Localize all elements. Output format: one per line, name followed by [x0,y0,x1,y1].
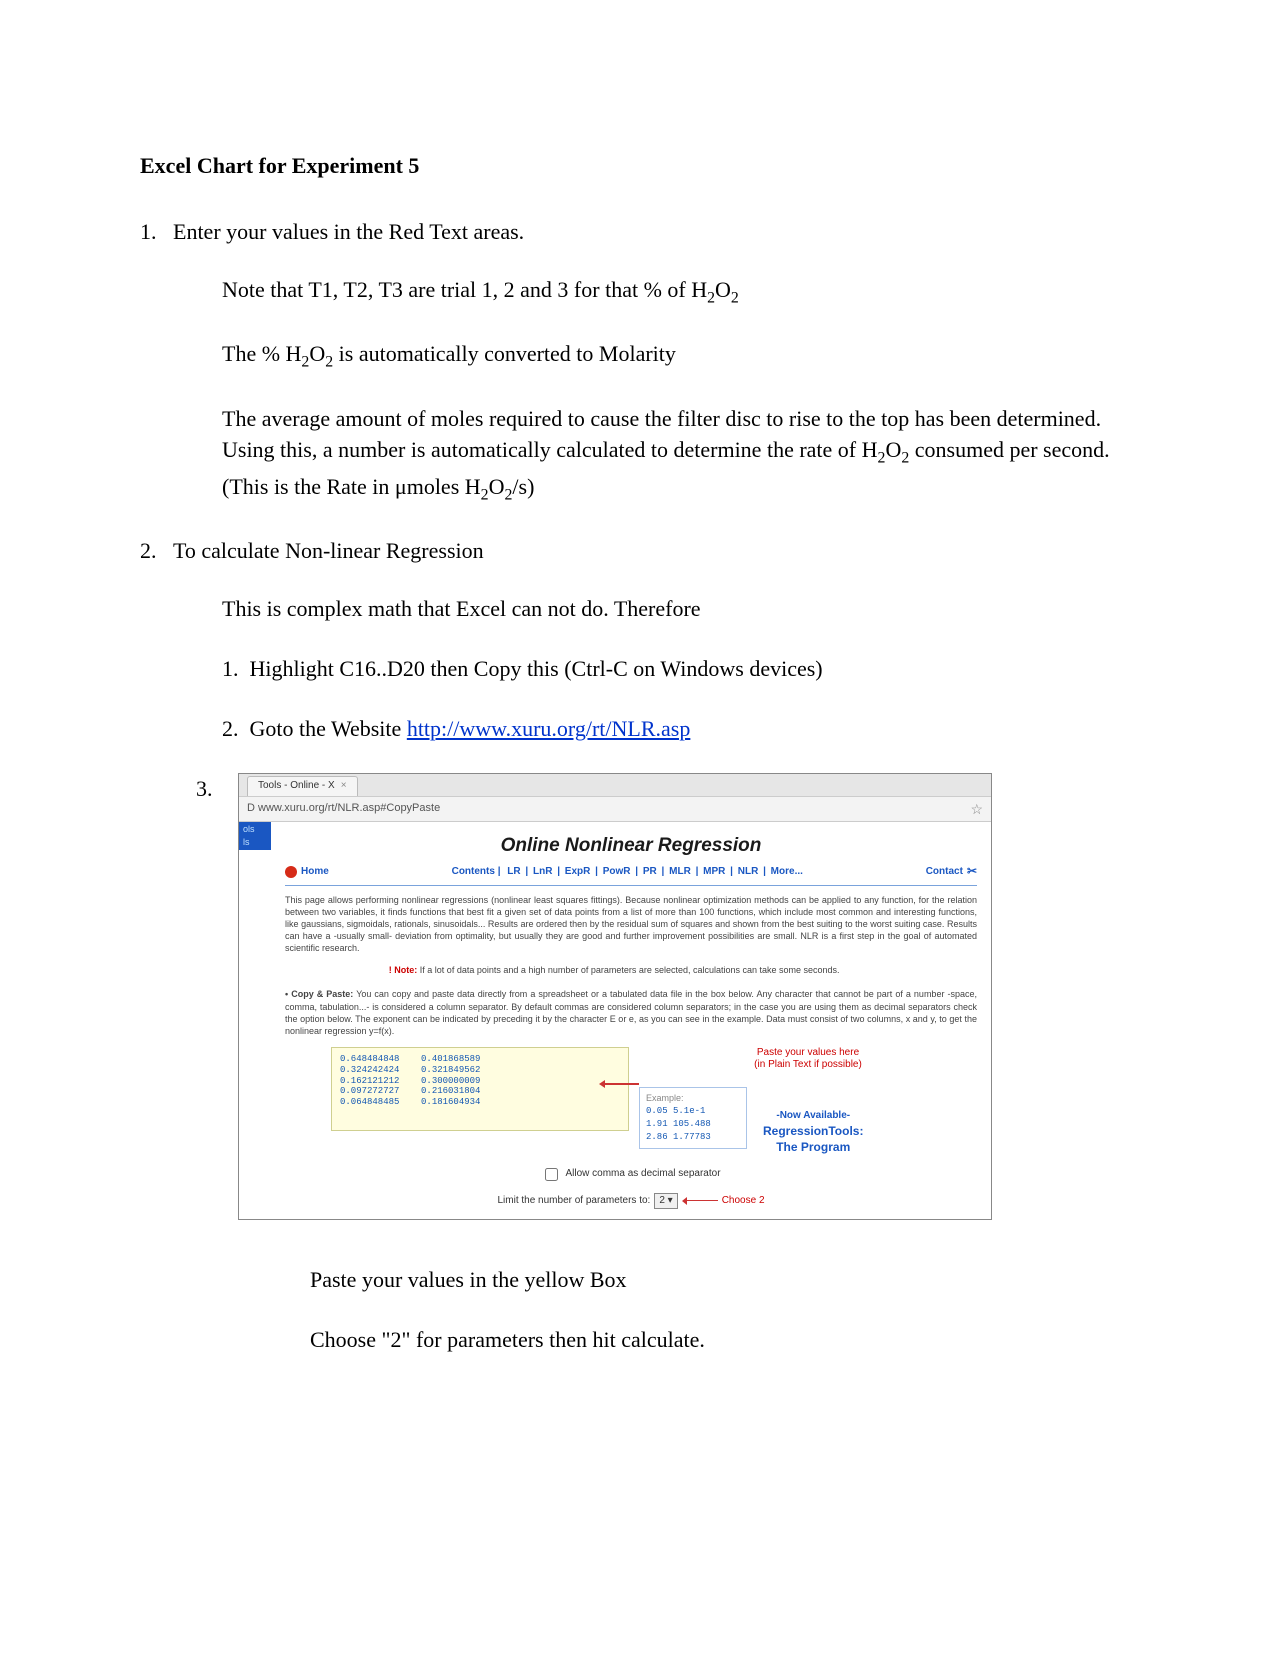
description-para: This page allows performing nonlinear re… [285,894,977,955]
example-block: Example: 0.05 5.1e-1 1.91 105.488 2.86 1… [639,1087,747,1149]
choose-2-annotation: Choose 2 [722,1194,765,1209]
step-1-avg: The average amount of moles required to … [222,403,1140,508]
nav-mlr[interactable]: MLR [669,866,691,877]
home-icon [285,866,297,878]
note-text: Note that T1, T2, T3 are trial 1, 2 and … [222,277,707,302]
paste-textarea[interactable]: 0.648484848 0.401868589 0.324242424 0.32… [331,1047,629,1131]
paste-hint-2: (in Plain Text if possible) [639,1059,977,1071]
data-area: 0.648484848 0.401868589 0.324242424 0.32… [285,1047,977,1149]
step-1-note: Note that T1, T2, T3 are trial 1, 2 and … [222,274,1140,310]
nav-more[interactable]: More... [771,866,803,877]
page-title: Excel Chart for Experiment 5 [140,150,1140,182]
close-icon[interactable]: × [341,779,347,794]
nav-nlr[interactable]: NLR [738,866,759,877]
avg-part3: /s) [512,474,534,499]
sub1-text: Highlight C16..D20 then Copy this (Ctrl-… [250,656,823,681]
limit-select[interactable]: 2 ▾ [654,1193,677,1210]
now-available: -Now Available- [763,1109,863,1123]
page-body: ols ls Online Nonlinear Regression Home … [239,822,991,1220]
regtools-2[interactable]: The Program [763,1139,863,1155]
allow-comma-input[interactable] [545,1168,558,1181]
sub2-prefix: Goto the Website [250,716,407,741]
nav-lnr[interactable]: LnR [533,866,552,877]
right-side-promo: -Now Available- RegressionTools: The Pro… [763,1109,863,1155]
allow-comma-label: Allow comma as decimal separator [565,1167,720,1182]
step-1-pct: The % H2O2 is automatically converted to… [222,338,1140,374]
example-vals: 0.05 5.1e-1 1.91 105.488 2.86 1.77783 [646,1105,740,1144]
allow-comma-checkbox[interactable]: Allow comma as decimal separator [541,1165,720,1184]
side-tab-2: ls [243,836,267,849]
data-row-4: 0.064848485 0.181604934 [340,1097,480,1107]
regtools-1[interactable]: RegressionTools: [763,1123,863,1139]
step-2-text: To calculate Non-linear Regression [173,538,484,563]
step-1-number: 1. [140,219,157,244]
contents-nav: Contents | LR | LnR | ExpR | PowR | PR |… [450,865,805,880]
nav-mpr[interactable]: MPR [703,866,725,877]
nav-pr[interactable]: PR [643,866,657,877]
home-link[interactable]: Home [285,865,329,880]
note-lead: ! Note: [389,965,418,975]
paste-hint-1: Paste your values here [639,1047,977,1059]
note-box: ! Note: If a lot of data points and a hi… [389,964,873,976]
step-2-sub2: 2. Goto the Website http://www.xuru.org/… [222,713,1140,745]
limit-label: Limit the number of parameters to: [497,1194,650,1209]
controls: Allow comma as decimal separator Limit t… [285,1165,977,1209]
contact-label: Contact [926,865,963,880]
browser-tab[interactable]: Tools - Online - X × [247,776,358,796]
pct-prefix: The % H [222,341,301,366]
data-row-3: 0.097272727 0.216031804 [340,1086,480,1096]
limit-value: 2 ▾ [659,1194,672,1209]
contents-label: Contents | [452,866,501,877]
nav-powr[interactable]: PowR [603,866,631,877]
address-text: D www.xuru.org/rt/NLR.asp#CopyPaste [247,801,440,817]
step-2-sub3-row: 3. Tools - Online - X × D www.xuru.org/r… [196,773,1140,1221]
address-bar[interactable]: D www.xuru.org/rt/NLR.asp#CopyPaste ☆ [239,796,991,822]
step-2-number: 2. [140,538,157,563]
right-column: Paste your values here (in Plain Text if… [639,1047,977,1149]
contact-link[interactable]: Contact ✂ [926,863,977,880]
embedded-browser-screenshot: Tools - Online - X × D www.xuru.org/rt/N… [238,773,992,1221]
step-2-intro: This is complex math that Excel can not … [222,593,1140,625]
after-line-2: Choose "2" for parameters then hit calcu… [310,1324,1140,1356]
sub3-num: 3. [196,773,214,805]
step-2-sub1: 1. Highlight C16..D20 then Copy this (Ct… [222,653,1140,685]
data-row-2: 0.162121212 0.300000009 [340,1076,480,1086]
after-line-1: Paste your values in the yellow Box [310,1264,1140,1296]
nav-row: Home Contents | LR | LnR | ExpR | PowR |… [285,863,977,885]
page-main: Online Nonlinear Regression Home Content… [271,822,991,1220]
tab-title: Tools - Online - X [258,779,335,794]
browser-tabstrip: Tools - Online - X × [239,774,991,796]
copy-paste-para: • Copy & Paste: You can copy and paste d… [285,988,977,1037]
note-body: If a lot of data points and a high numbe… [417,965,839,975]
document-page: Excel Chart for Experiment 5 1. Enter yo… [0,0,1280,1484]
data-row-1: 0.324242424 0.321849562 [340,1065,480,1075]
onr-title: Online Nonlinear Regression [285,826,977,864]
example-label: Example: [646,1092,740,1105]
side-tab-1: ols [243,823,267,836]
pct-suffix: is automatically converted to Molarity [333,341,676,366]
xuru-link[interactable]: http://www.xuru.org/rt/NLR.asp [407,716,691,741]
cp-body: You can copy and paste data directly fro… [285,989,977,1035]
step-1-text: Enter your values in the Red Text areas. [173,219,524,244]
step-2: 2. To calculate Non-linear Regression [140,535,1140,567]
nav-expr[interactable]: ExpR [565,866,591,877]
step-1: 1. Enter your values in the Red Text are… [140,216,1140,248]
nav-lr[interactable]: LR [507,866,520,877]
data-row-0: 0.648484848 0.401868589 [340,1054,480,1064]
after-instructions: Paste your values in the yellow Box Choo… [310,1264,1140,1356]
arrow-left-icon [605,1083,639,1085]
side-blue-tabs: ols ls [239,822,271,850]
cp-lead: • Copy & Paste: [285,989,353,999]
sub2-num: 2. [222,716,239,741]
home-label: Home [301,865,329,880]
scissor-icon: ✂ [967,863,977,880]
sub1-num: 1. [222,656,239,681]
paste-hint: Paste your values here (in Plain Text if… [639,1047,977,1071]
star-icon[interactable]: ☆ [970,799,983,819]
